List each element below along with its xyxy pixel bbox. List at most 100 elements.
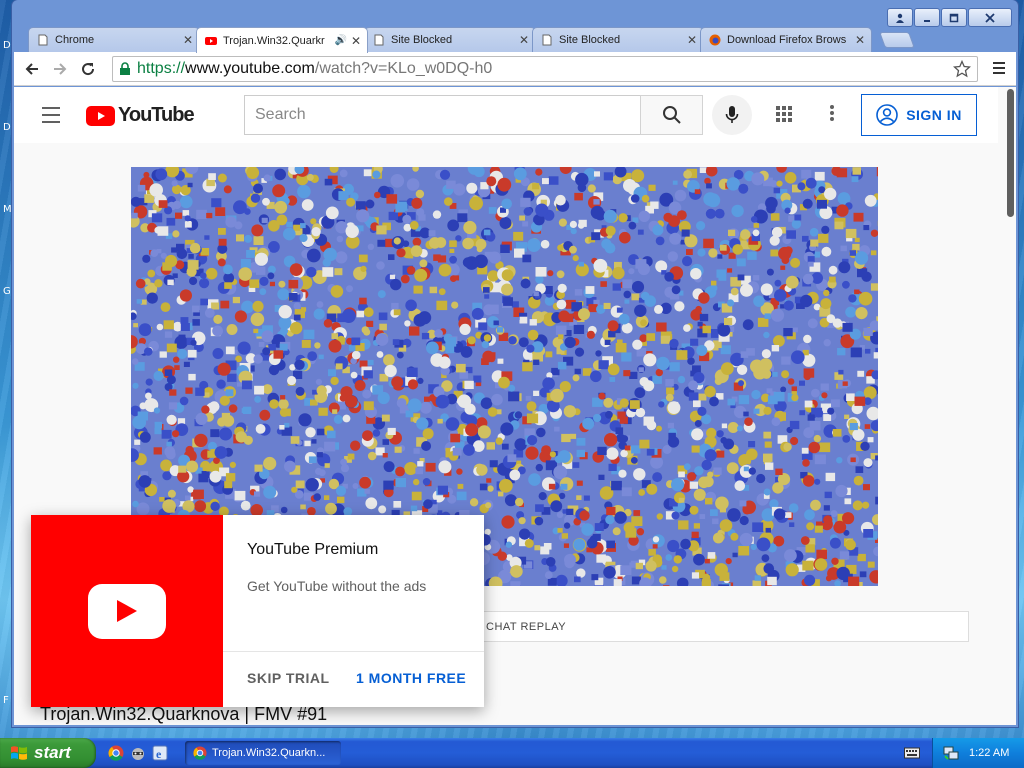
taskbar: start e Trojan.Win32.Quarkn... 1:22 AM [0,738,1024,768]
desktop-icon-label[interactable]: M [3,204,12,215]
one-month-free-button[interactable]: 1 MONTH FREE [356,670,466,686]
glitch-error-icon [393,309,401,316]
glitch-error-icon [582,417,595,430]
glitch-error-icon [194,500,207,513]
glitch-error-icon [800,294,813,308]
glitch-error-icon [543,543,552,550]
network-icon[interactable] [943,746,959,760]
sign-in-button[interactable]: SIGN IN [861,94,977,136]
tab-close-button[interactable]: ✕ [351,34,361,48]
glitch-error-icon [829,276,836,283]
glitch-error-icon [335,251,348,264]
tab-chrome[interactable]: Chrome ✕ [28,27,200,52]
url-host: www.youtube.com [185,60,315,77]
glitch-error-icon [646,448,655,456]
forward-button[interactable] [46,55,74,83]
glitch-error-icon [376,351,384,358]
glitch-error-icon [335,485,347,496]
glitch-error-icon [251,224,264,237]
back-button[interactable] [18,55,46,83]
keyboard-icon[interactable] [904,746,920,759]
desktop-icon-label[interactable]: F [3,695,9,706]
glitch-error-icon [532,183,540,190]
glitch-error-icon [623,370,631,377]
glitch-error-icon [533,291,539,297]
youtube-logo[interactable]: YouTube [86,104,195,127]
glitch-error-icon [273,350,284,359]
glitch-error-icon [415,467,423,475]
user-profile-button[interactable] [887,8,913,27]
windows-flag-icon [11,746,27,760]
tab-close-button[interactable]: ✕ [687,33,697,47]
start-button[interactable]: start [0,738,96,768]
glitch-error-icon [332,409,338,414]
glitch-error-icon [547,577,557,586]
chat-replay-button[interactable]: CHAT REPLAY [481,611,969,642]
tab-close-button[interactable]: ✕ [519,33,529,47]
glitch-error-icon [773,391,785,402]
glitch-error-icon [318,354,324,360]
glitch-error-icon [535,203,549,217]
glitch-error-icon [437,485,448,495]
glitch-error-icon [294,359,305,370]
glitch-error-icon [498,491,504,497]
scrollbar-thumb[interactable] [1007,89,1014,217]
glitch-error-icon [417,461,424,467]
new-tab-button[interactable] [879,32,915,48]
voice-search-button[interactable] [712,95,752,135]
address-bar[interactable]: https://www.youtube.com/watch?v=KLo_w0DQ… [112,56,978,82]
ie-icon[interactable]: e [152,745,168,761]
tab-site-blocked[interactable]: Site Blocked ✕ [532,27,704,52]
menu-hamburger-icon[interactable] [42,107,60,128]
close-window-button[interactable] [968,8,1012,27]
maximize-button[interactable] [941,8,967,27]
skip-trial-button[interactable]: SKIP TRIAL [247,670,330,686]
reload-button[interactable] [74,55,102,83]
title-bar[interactable]: Chrome ✕ Trojan.Win32.Quarkr 🔊 ✕ Site Bl… [12,0,1018,53]
glitch-error-icon [661,565,667,570]
desktop-icon-label[interactable]: D [3,40,11,51]
glitch-error-icon [630,194,640,203]
page-scrollbar[interactable] [1004,89,1014,723]
tab-site-blocked[interactable]: Site Blocked ✕ [364,27,536,52]
speaker-icon[interactable]: 🔊 [334,35,346,46]
glitch-error-icon [604,339,611,345]
bookmark-star-icon[interactable] [953,60,971,78]
raccoon-icon[interactable] [130,745,146,761]
glitch-error-icon [803,334,812,344]
glitch-error-icon [154,279,163,288]
glitch-error-icon [217,173,227,183]
clock[interactable]: 1:22 AM [969,747,1009,759]
apps-grid-icon[interactable] [775,105,793,123]
tab-close-button[interactable]: ✕ [855,33,865,47]
search-button[interactable] [640,95,703,135]
glitch-error-icon [791,394,799,402]
tab-title: Chrome [55,34,95,46]
glitch-error-icon [200,248,210,256]
search-input[interactable]: Search [244,95,641,135]
glitch-error-icon [174,365,180,370]
glitch-error-icon [803,373,811,381]
glitch-error-icon [227,373,237,382]
tab-close-button[interactable]: ✕ [183,33,193,47]
glitch-error-icon [350,440,361,451]
desktop-icon-label[interactable]: G [3,286,11,297]
glitch-error-icon [212,325,223,337]
glitch-error-icon [751,389,761,400]
glitch-error-icon [175,212,183,219]
desktop-icon-label[interactable]: D [3,122,11,133]
more-vertical-icon[interactable] [829,104,835,122]
tab-trojan-video[interactable]: Trojan.Win32.Quarkr 🔊 ✕ [196,27,368,53]
glitch-error-icon [250,312,265,327]
user-icon [896,13,904,23]
minimize-button[interactable] [914,8,940,27]
chrome-icon [193,746,207,760]
glitch-error-icon [715,496,729,511]
browser-menu-icon[interactable] [992,61,1006,75]
glitch-error-icon [595,350,602,357]
glitch-error-icon [318,407,328,416]
tab-download-firefox[interactable]: Download Firefox Brows ✕ [700,27,872,52]
chrome-icon[interactable] [108,745,124,761]
taskbar-item-chrome[interactable]: Trojan.Win32.Quarkn... [185,741,341,765]
glitch-error-icon [159,351,167,358]
